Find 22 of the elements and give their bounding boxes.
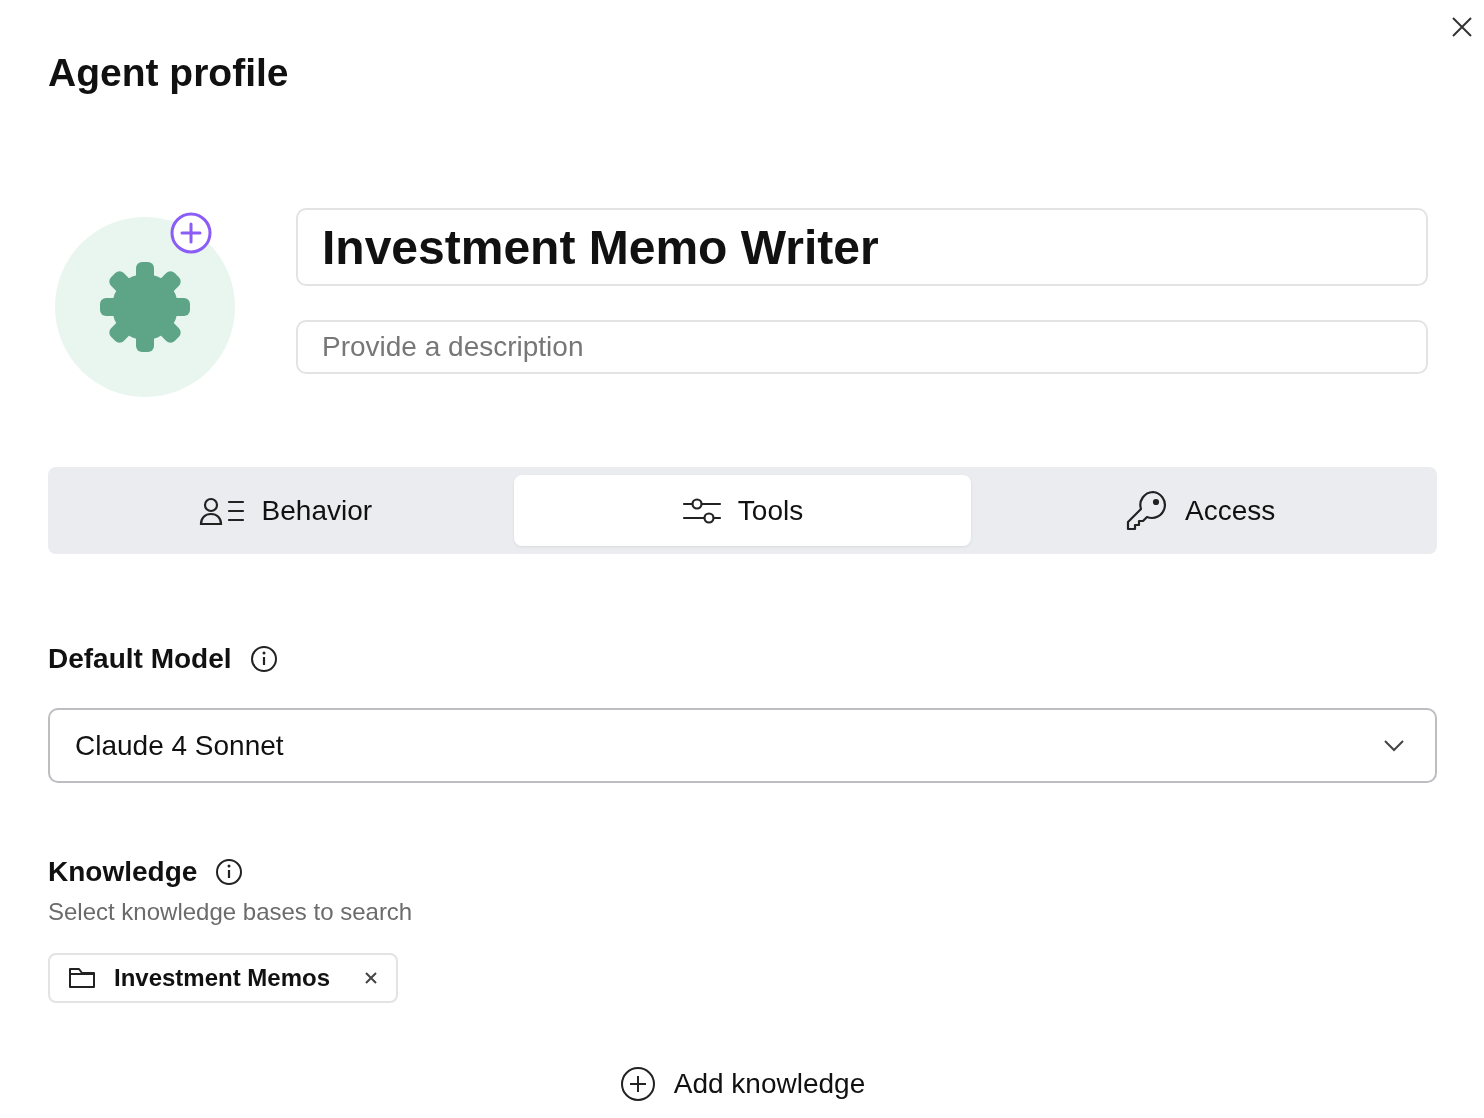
tab[interactable]: Access bbox=[971, 475, 1429, 546]
info-icon[interactable] bbox=[215, 858, 244, 886]
chip-label: Investment Memos bbox=[114, 964, 331, 992]
remove-icon[interactable] bbox=[364, 971, 379, 985]
section-subtitle: Select knowledge bases to search bbox=[48, 897, 414, 927]
tab[interactable]: Behavior bbox=[56, 475, 514, 546]
section-label: Knowledge bbox=[48, 856, 198, 888]
close-button[interactable] bbox=[1451, 16, 1473, 38]
info-icon[interactable] bbox=[249, 645, 278, 673]
model-dropdown[interactable]: Claude 4 Sonnet bbox=[48, 708, 1437, 783]
description-field[interactable]: Provide a description bbox=[296, 320, 1428, 374]
person-list-icon bbox=[197, 495, 246, 526]
section-label: Default Model bbox=[48, 643, 232, 675]
add-image-icon[interactable] bbox=[169, 211, 213, 255]
tab[interactable]: Tools bbox=[513, 475, 972, 546]
plus-circle-icon bbox=[619, 1066, 656, 1102]
chevron-down-icon bbox=[1383, 738, 1405, 753]
name-field[interactable]: Investment Memo Writer bbox=[296, 208, 1428, 286]
folder-icon bbox=[68, 966, 96, 990]
gear-icon bbox=[99, 261, 191, 353]
add-knowledge-button[interactable]: Add knowledge bbox=[619, 1066, 866, 1102]
dialog-title: Agent profile bbox=[48, 50, 290, 96]
